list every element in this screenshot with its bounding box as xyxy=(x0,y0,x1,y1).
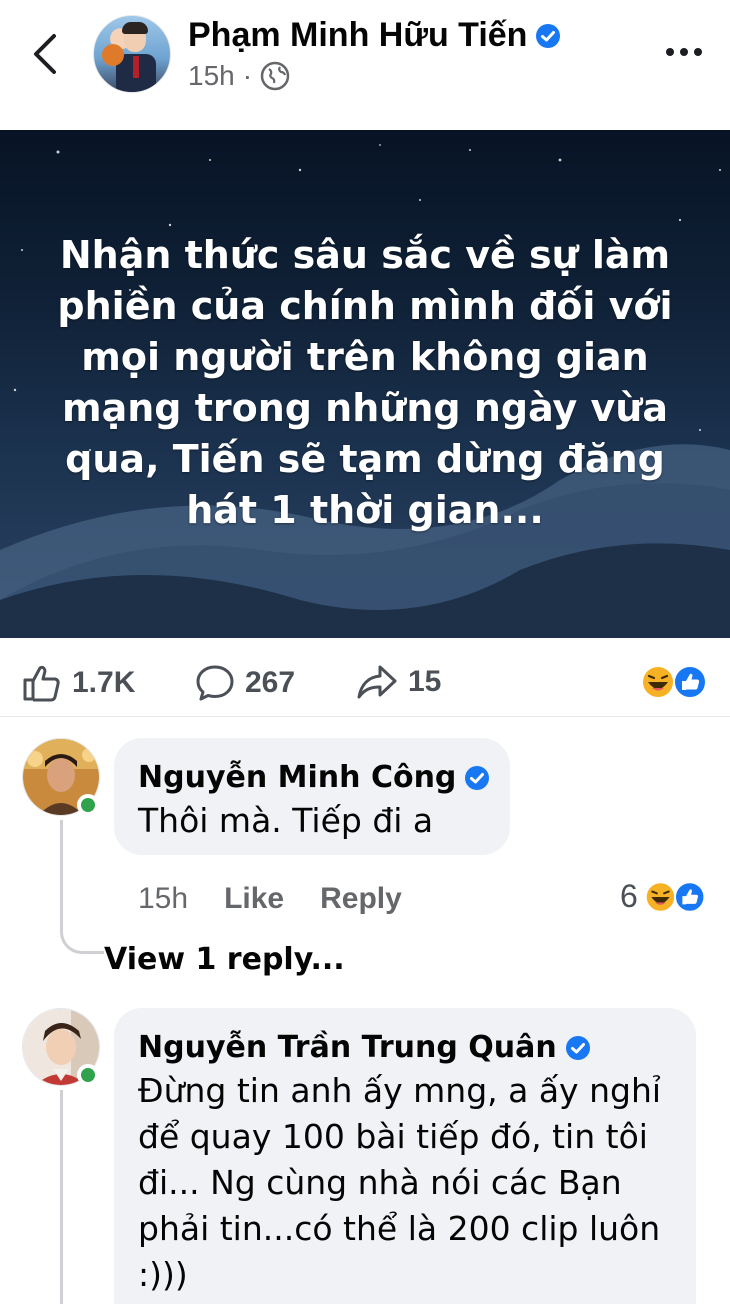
thread-line xyxy=(60,1090,63,1304)
verified-badge-icon xyxy=(536,23,561,48)
comment-time[interactable]: 15h xyxy=(138,882,188,916)
divider xyxy=(0,716,730,717)
online-status-dot xyxy=(77,1064,99,1086)
commenter-name[interactable]: Nguyễn Minh Công xyxy=(138,760,456,795)
commenter-name-row[interactable]: Nguyễn Trần Trung Quân xyxy=(138,1030,591,1065)
comment-text: Đừng tin anh ấy mng, a ấy nghỉ để quay 1… xyxy=(138,1071,662,1294)
post-time[interactable]: 15h xyxy=(188,60,235,92)
share-count: 15 xyxy=(408,665,442,698)
more-options-icon[interactable] xyxy=(666,48,702,56)
commenter-name-row[interactable]: Nguyễn Minh Công xyxy=(138,760,490,795)
comment-count-button[interactable]: 267 xyxy=(195,664,295,702)
comment-actions: 15h Like Reply xyxy=(138,882,402,916)
reaction-icons[interactable] xyxy=(640,664,710,700)
verified-badge-icon xyxy=(565,1035,590,1060)
verified-badge-icon xyxy=(465,765,490,790)
comment-bubble-icon xyxy=(196,665,234,701)
globe-icon xyxy=(260,61,290,91)
like-reaction-icon xyxy=(673,665,707,699)
comment-text: Thôi mà. Tiếp đi a xyxy=(138,801,434,840)
commenter-name[interactable]: Nguyễn Trần Trung Quân xyxy=(138,1030,557,1065)
post-image[interactable]: Nhận thức sâu sắc về sự làm phiền của ch… xyxy=(0,130,730,638)
online-status-dot xyxy=(77,794,99,816)
like-count: 1.7K xyxy=(72,666,136,699)
author-avatar[interactable] xyxy=(93,15,171,93)
comment-count: 267 xyxy=(245,666,296,699)
comment-reaction-icons xyxy=(644,880,706,913)
reactions-bar: 1.7K 267 15 xyxy=(0,650,730,716)
reply-button[interactable]: Reply xyxy=(320,882,402,916)
share-arrow-icon xyxy=(357,665,397,699)
thread-line xyxy=(60,820,63,922)
meta-separator: · xyxy=(242,60,253,91)
view-replies-link[interactable]: View 1 reply... xyxy=(104,942,345,977)
haha-reaction-icon xyxy=(641,665,675,699)
post-text: Nhận thức sâu sắc về sự làm phiền của ch… xyxy=(57,233,673,532)
share-count-button[interactable]: 15 xyxy=(356,664,441,700)
author-name[interactable]: Phạm Minh Hữu Tiến xyxy=(188,16,527,55)
back-arrow-icon[interactable] xyxy=(28,32,64,76)
thread-curve xyxy=(60,918,104,954)
like-count-button[interactable]: 1.7K xyxy=(22,664,135,702)
comment-reaction-count: 6 xyxy=(620,878,638,914)
thumbs-up-icon xyxy=(23,665,60,702)
like-button[interactable]: Like xyxy=(224,882,284,916)
author-name-row[interactable]: Phạm Minh Hữu Tiến xyxy=(188,16,561,55)
comment-reactions[interactable]: 6 xyxy=(620,878,708,915)
post-header: Phạm Minh Hữu Tiến 15h · xyxy=(0,0,730,130)
post-meta: 15h · xyxy=(188,60,290,92)
